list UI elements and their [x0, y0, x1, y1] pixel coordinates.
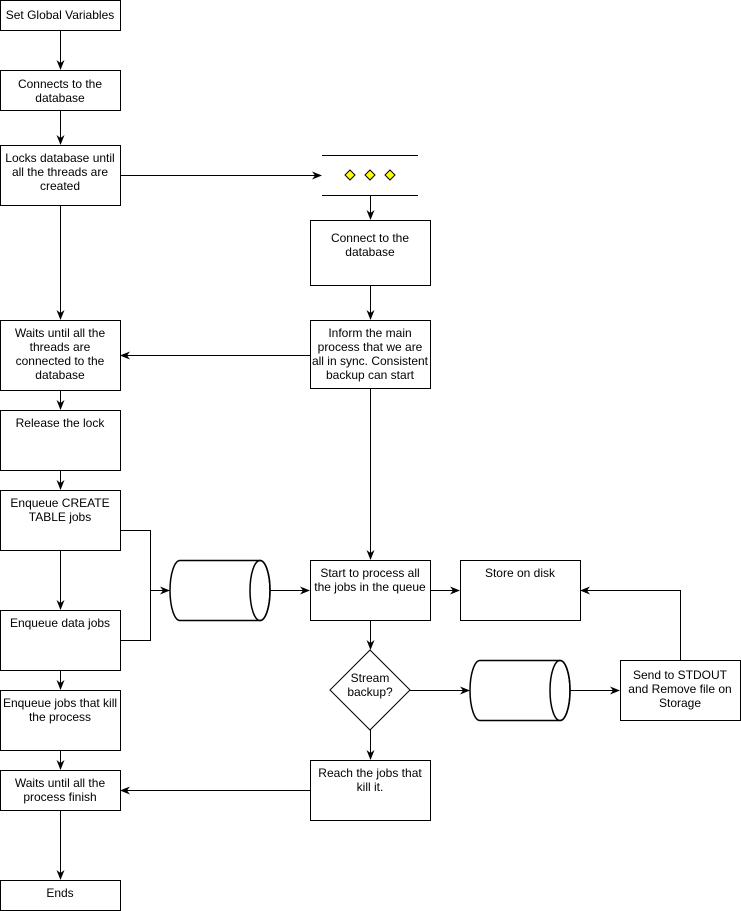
- node-label: Start to process all the jobs in the queu…: [314, 566, 426, 594]
- node-send-stdout: Send to STDOUT and Remove file on Storage: [620, 660, 741, 721]
- diamond-icon: [384, 169, 396, 181]
- node-waits-finish: Waits until all the process finish: [0, 770, 121, 811]
- node-stream-backup: Stream backup?: [329, 649, 411, 731]
- node-connects-db: Connects to the database: [0, 70, 121, 111]
- node-label-line: backup can start: [326, 368, 415, 382]
- node-label: Set Global Variables: [6, 8, 115, 22]
- node-label-line: Storage: [659, 696, 701, 710]
- node-label-line: TABLE jobs: [29, 510, 91, 524]
- node-waits-connected: Waits until all the threads are connected …: [0, 320, 121, 391]
- node-reach-kill: Reach the jobs that kill it.: [310, 760, 431, 821]
- node-label-line: Locks database until: [5, 151, 114, 165]
- node-start-process: Start to process all the jobs in the queu…: [310, 560, 431, 621]
- node-set-globals: Set Global Variables: [0, 0, 121, 31]
- node-label: Release the lock: [16, 416, 106, 430]
- node-label-line: Enqueue jobs that kill: [3, 696, 117, 710]
- node-label-line: Ends: [46, 886, 73, 900]
- diamond-icon: [364, 169, 376, 181]
- node-label-line: Waits until all the: [15, 326, 106, 340]
- node-label-line: threads are: [30, 340, 91, 354]
- node-label-line: and Remove file on: [628, 682, 731, 696]
- node-enqueue-kill: Enqueue jobs that kill the process: [0, 690, 121, 751]
- node-label: Enqueue data jobs: [10, 616, 110, 630]
- node-label: Inform the main process that we are all in…: [312, 326, 429, 382]
- node-label-line: the jobs in the queue: [314, 580, 426, 594]
- node-label-line: Release the lock: [16, 416, 106, 430]
- node-label-line: all the threads are: [12, 165, 108, 179]
- node-label-line: Inform the main: [328, 326, 411, 340]
- threads-ellipsis: [322, 155, 418, 196]
- node-locks-db: Locks database until all the threads are c…: [0, 145, 121, 206]
- job-queue: [169, 559, 271, 622]
- node-label-line: Enqueue data jobs: [10, 616, 110, 630]
- node-label: Ends: [46, 886, 73, 900]
- stream-queue: [469, 659, 571, 722]
- node-label: Waits until all the process finish: [15, 776, 106, 804]
- node-label-line: database: [35, 368, 85, 382]
- node-label-line: Start to process all: [320, 566, 419, 580]
- node-enqueue-data: Enqueue data jobs: [0, 610, 121, 671]
- node-label-line: process finish: [23, 790, 96, 804]
- node-store-disk: Store on disk: [460, 560, 581, 621]
- node-release-lock: Release the lock: [0, 410, 121, 471]
- node-label-line: kill it.: [357, 780, 384, 794]
- node-label-line: Stream: [351, 671, 390, 685]
- node-label-line: all in sync. Consistent: [312, 354, 429, 368]
- edge: [580, 586, 681, 660]
- node-label-line: Enqueue CREATE: [10, 496, 109, 510]
- node-label-line: process that we are: [318, 340, 423, 354]
- node-label-line: created: [40, 179, 80, 193]
- node-label-line: the process: [29, 710, 91, 724]
- node-connect-db-thread: Connect to the database: [310, 220, 431, 286]
- node-label-line: connected to the: [16, 354, 105, 368]
- flowchart: Set Global VariablesConnects to the datab…: [0, 0, 741, 911]
- diamond-icon: [344, 169, 356, 181]
- node-label-line: database: [35, 91, 85, 105]
- node-label-line: Connect to the: [331, 231, 409, 245]
- node-label-line: Send to STDOUT: [633, 668, 728, 682]
- node-label-line: Connects to the: [18, 77, 102, 91]
- node-label-line: database: [345, 245, 395, 259]
- node-inform-main: Inform the main process that we are all in…: [310, 320, 431, 389]
- node-ends: Ends: [0, 880, 121, 911]
- node-label-line: Store on disk: [485, 566, 556, 580]
- node-label-line: backup?: [347, 685, 393, 699]
- node-label-line: Set Global Variables: [6, 8, 115, 22]
- node-label: Stream backup?: [347, 671, 393, 699]
- node-label: Store on disk: [485, 566, 556, 580]
- node-label-line: Waits until all the: [15, 776, 106, 790]
- edge: [120, 530, 151, 641]
- node-enqueue-create: Enqueue CREATE TABLE jobs: [0, 490, 121, 551]
- node-label-line: Reach the jobs that: [318, 766, 422, 780]
